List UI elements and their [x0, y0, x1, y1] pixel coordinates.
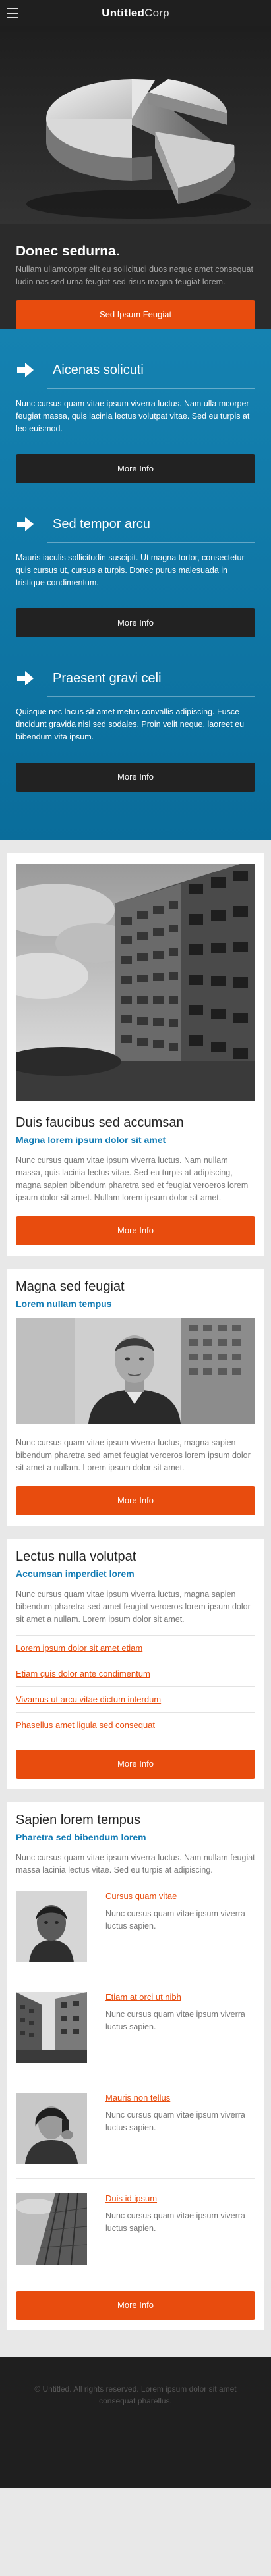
card-more-info-button[interactable]: More Info — [16, 1750, 255, 1779]
card-title: Duis faucibus sed accumsan — [16, 1115, 184, 1130]
list-link[interactable]: Phasellus amet ligula sed consequat — [16, 1720, 155, 1730]
feature-description: Quisque nec lacus sit amet metus convall… — [16, 707, 245, 741]
card-more-info-button[interactable]: More Info — [16, 1216, 255, 1245]
thumb-text: Nunc cursus quam vitae ipsum viverra luc… — [105, 2211, 245, 2233]
feature-item: Aicenas solicuti Nunc cursus quam vitae … — [16, 352, 255, 506]
feature-item: Sed tempor arcu Mauris iaculis sollicitu… — [16, 506, 255, 660]
feature-more-info-button[interactable]: More Info — [16, 608, 255, 637]
card-more-info-button[interactable]: More Info — [16, 1486, 255, 1515]
woman-on-phone-thumbnail[interactable] — [16, 2093, 87, 2164]
card-subtitle: Accumsan imperdiet lorem — [16, 1569, 135, 1579]
card-subtitle: Pharetra sed bibendum lorem — [16, 1832, 146, 1842]
list-item: Vivamus ut arcu vitae dictum interdum — [16, 1686, 255, 1712]
list-item: Duis id ipsum Nunc cursus quam vitae ips… — [16, 2179, 255, 2279]
card-links: Lectus nulla volutpat Accumsan imperdiet… — [7, 1539, 264, 1789]
thumb-link[interactable]: Mauris non tellus — [105, 2093, 255, 2103]
thumb-link[interactable]: Duis id ipsum — [105, 2193, 255, 2203]
list-item: Mauris non tellus Nunc cursus quam vitae… — [16, 2078, 255, 2179]
list-item: Etiam quis dolor ante condimentum — [16, 1661, 255, 1686]
arrow-right-icon — [16, 362, 47, 379]
thumb-link[interactable]: Cursus quam vitae — [105, 1891, 255, 1901]
card-title: Sapien lorem tempus — [16, 1813, 140, 1827]
card-subtitle: Lorem nullam tempus — [16, 1299, 112, 1309]
features-section: Aicenas solicuti Nunc cursus quam vitae … — [0, 329, 271, 840]
list-link[interactable]: Lorem ipsum dolor sit amet etiam — [16, 1643, 142, 1653]
card-subtitle: Magna lorem ipsum dolor sit amet — [16, 1135, 166, 1145]
arrow-right-icon — [16, 516, 47, 533]
feature-more-info-button[interactable]: More Info — [16, 454, 255, 483]
hero-text: Donec sedurna. Nullam ullamcorper elit e… — [16, 244, 255, 288]
copyright-text: © Untitled. All rights reserved. Lorem i… — [34, 2384, 237, 2405]
list-link[interactable]: Vivamus ut arcu vitae dictum interdum — [16, 1694, 161, 1704]
content-cards: Duis faucibus sed accumsan Magna lorem i… — [0, 840, 271, 2357]
feature-more-info-button[interactable]: More Info — [16, 763, 255, 792]
pie-chart-sculpture-image — [0, 26, 271, 224]
building-photo — [16, 864, 255, 1101]
card-text: Nunc cursus quam vitae ipsum viverra luc… — [16, 1853, 255, 1875]
city-street-thumbnail[interactable] — [16, 1992, 87, 2063]
thumb-text: Nunc cursus quam vitae ipsum viverra luc… — [105, 1909, 245, 1931]
hamburger-menu-icon[interactable] — [7, 8, 18, 18]
man-portrait-photo — [16, 1318, 255, 1424]
arrow-right-icon — [16, 670, 47, 687]
thumb-text: Nunc cursus quam vitae ipsum viverra luc… — [105, 2010, 245, 2031]
feature-item: Praesent gravi celi Quisque nec lacus si… — [16, 660, 255, 814]
hero-description: Nullam ullamcorper elit eu sollicitudi d… — [16, 265, 253, 286]
feature-title: Praesent gravi celi — [47, 660, 255, 697]
site-logo[interactable]: UntitledCorp — [102, 7, 169, 20]
link-list: Lorem ipsum dolor sit amet etiam Etiam q… — [16, 1635, 255, 1738]
feature-title: Aicenas solicuti — [47, 352, 255, 389]
thumb-text: Nunc cursus quam vitae ipsum viverra luc… — [105, 2110, 245, 2132]
list-item: Phasellus amet ligula sed consequat — [16, 1712, 255, 1738]
card-thumbs: Sapien lorem tempus Pharetra sed bibendu… — [7, 1802, 264, 2330]
feature-title: Sed tempor arcu — [47, 506, 255, 543]
hero-section: Donec sedurna. Nullam ullamcorper elit e… — [0, 26, 271, 329]
list-item: Etiam at orci ut nibh Nunc cursus quam v… — [16, 1977, 255, 2078]
list-item: Cursus quam vitae Nunc cursus quam vitae… — [16, 1877, 255, 1977]
list-link[interactable]: Etiam quis dolor ante condimentum — [16, 1669, 150, 1678]
card-more-info-button[interactable]: More Info — [16, 2291, 255, 2320]
card-title: Lectus nulla volutpat — [16, 1549, 136, 1564]
card-person: Magna sed feugiat Lorem nullam tempus Nu… — [7, 1269, 264, 1526]
thumb-link[interactable]: Etiam at orci ut nibh — [105, 1992, 255, 2002]
hero-cta-button[interactable]: Sed Ipsum Feugiat — [16, 300, 255, 329]
skyscraper-thumbnail[interactable] — [16, 2193, 87, 2265]
card-title: Magna sed feugiat — [16, 1279, 125, 1294]
hero-title: Donec sedurna. — [16, 244, 120, 259]
top-bar: UntitledCorp — [0, 0, 271, 26]
card-building: Duis faucibus sed accumsan Magna lorem i… — [7, 853, 264, 1256]
feature-description: Nunc cursus quam vitae ipsum viverra luc… — [16, 399, 250, 433]
card-text: Nunc cursus quam vitae ipsum viverra luc… — [16, 1590, 251, 1624]
feature-description: Mauris iaculis sollicitudin suscipit. Ut… — [16, 553, 245, 587]
footer: © Untitled. All rights reserved. Lorem i… — [0, 2357, 271, 2488]
woman-portrait-thumbnail[interactable] — [16, 1891, 87, 1962]
card-text: Nunc cursus quam vitae ipsum viverra luc… — [16, 1156, 249, 1202]
card-text: Nunc cursus quam vitae ipsum viverra luc… — [16, 1438, 251, 1472]
list-item: Lorem ipsum dolor sit amet etiam — [16, 1635, 255, 1661]
